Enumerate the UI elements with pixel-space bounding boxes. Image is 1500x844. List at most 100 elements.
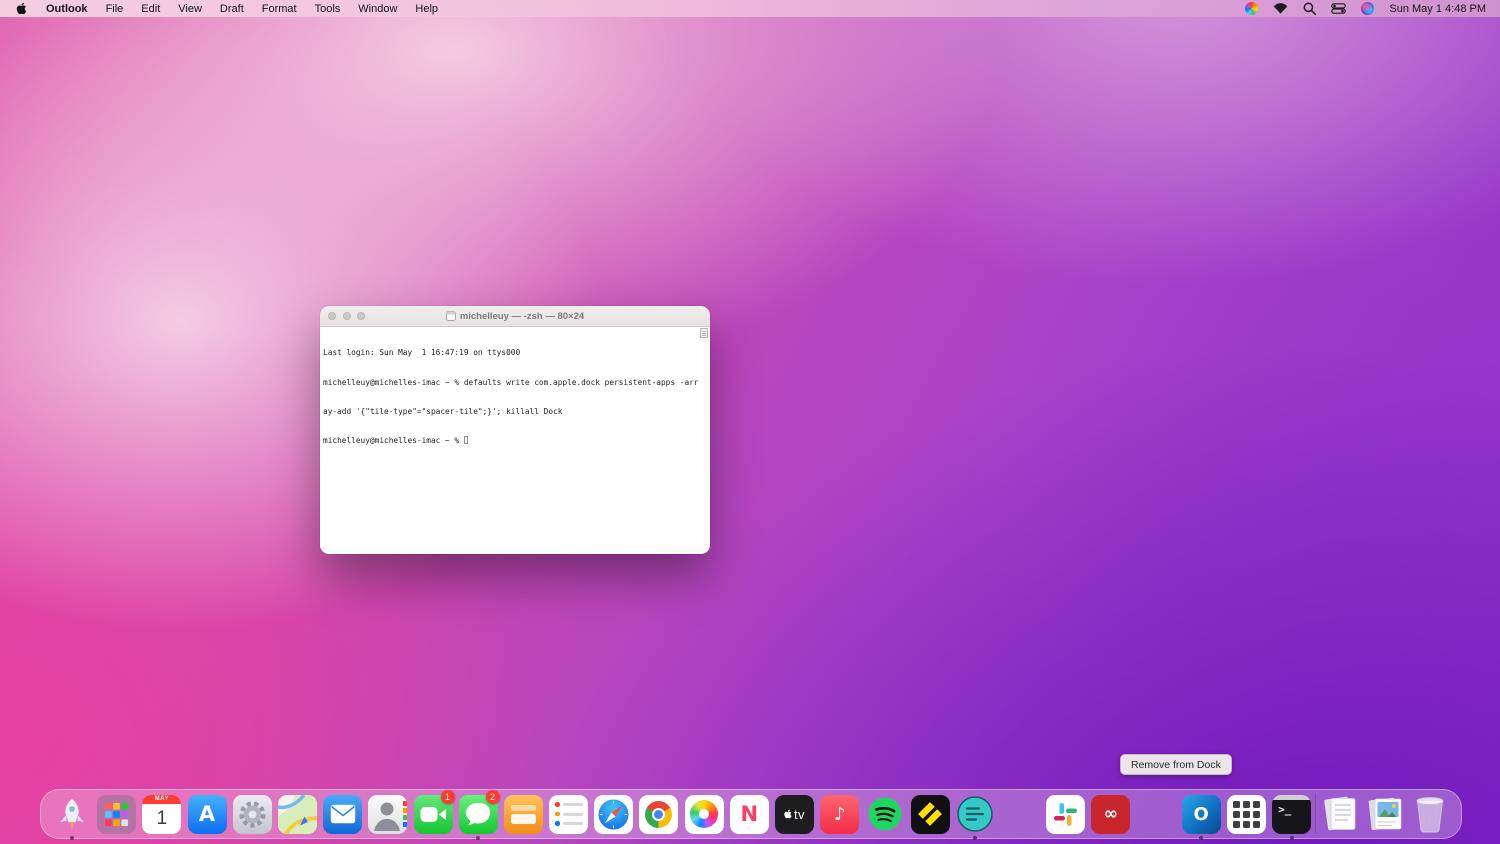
outlook-icon: O (1181, 794, 1221, 834)
dock-icon-outlook[interactable]: O (1180, 792, 1223, 840)
terminal-line: Last login: Sun May 1 16:47:19 on ttys00… (323, 348, 521, 358)
dock-icon-safari[interactable] (592, 792, 635, 836)
menu-file[interactable]: File (97, 3, 133, 15)
menu-format[interactable]: Format (253, 3, 306, 15)
terminal-line: ay-add '{"tile-type"="spacer-tile";}'; k… (323, 406, 563, 416)
dock-icon-mediastack[interactable] (1364, 792, 1407, 836)
yellow-diamond-icon (910, 794, 950, 834)
rocket-icon (52, 795, 91, 834)
dock-icon-maps[interactable] (276, 792, 319, 836)
launchpad-icon (97, 794, 137, 834)
dock-icon-trash[interactable] (1409, 792, 1452, 836)
dock-icon-spotify[interactable] (863, 792, 906, 836)
scrollbar-marker[interactable] (700, 328, 708, 338)
dock-icon-settings[interactable] (231, 792, 274, 836)
dock-icon-messages[interactable]: 2 (457, 790, 500, 840)
reminders-icon (549, 794, 589, 834)
menu-bar-left: Outlook File Edit View Draft Format Tool… (10, 2, 447, 15)
dock-tooltip: Remove from Dock (1120, 754, 1232, 775)
terminal-line: michelleuy@michelles-imac ~ % defaults w… (323, 377, 699, 387)
maps-icon (277, 794, 317, 834)
calendar-month: MAY (142, 794, 182, 804)
terminal-app-icon: >_ (1272, 794, 1312, 834)
menu-bar-clock[interactable]: Sun May 1 4:48 PM (1389, 3, 1486, 15)
dock-icon-terminalapp[interactable]: >_ (1270, 792, 1313, 840)
menu-draft[interactable]: Draft (211, 3, 253, 15)
system-preferences-icon (232, 794, 272, 834)
dock-icon-adobecc[interactable]: ∞ (1089, 792, 1132, 836)
music-icon: ♪ (820, 794, 860, 834)
photos-icon (684, 794, 724, 834)
dock-icon-photos[interactable] (683, 792, 726, 836)
documents-stack-icon (1320, 795, 1359, 834)
terminal-window: michelleuy — -zsh — 80×24 Last login: Su… (320, 306, 710, 554)
safari-icon (594, 794, 634, 834)
chrome-icon (639, 794, 679, 834)
dock-icon-news[interactable]: N (728, 792, 771, 836)
terminal-proxy-icon (445, 311, 456, 321)
menu-bar-status: Sun May 1 4:48 PM (1245, 2, 1490, 15)
apple-tv-icon: tv (775, 794, 814, 834)
color-wheel-menu-icon[interactable] (1245, 2, 1259, 15)
calendar-icon: MAY 1 (142, 794, 182, 834)
terminal-window-title: michelleuy — -zsh — 80×24 (320, 306, 710, 326)
menu-view[interactable]: View (169, 3, 211, 15)
dock-icon-appstore[interactable]: A (186, 792, 229, 836)
menu-help[interactable]: Help (406, 3, 447, 15)
notification-badge: 1 (440, 790, 455, 804)
contacts-icon (368, 794, 408, 834)
app-store-icon: A (187, 794, 227, 834)
app-menu-outlook[interactable]: Outlook (37, 3, 97, 15)
menu-tools[interactable]: Tools (306, 3, 350, 15)
menu-window[interactable]: Window (349, 3, 406, 15)
apple-menu[interactable] (10, 2, 37, 15)
dock-icon-launchpad[interactable] (95, 792, 138, 836)
dock-icon-docstack[interactable] (1318, 792, 1361, 836)
terminal-line: michelleuy@michelles-imac ~ % (323, 435, 707, 446)
running-indicator (1199, 836, 1204, 840)
dock-icon-orangeapp[interactable] (502, 792, 545, 836)
calendar-day: 1 (156, 807, 168, 829)
dock-icon-reminders[interactable] (547, 792, 590, 836)
trash-icon (1411, 795, 1450, 834)
menu-edit[interactable]: Edit (132, 3, 169, 15)
dock-icon-rocket[interactable] (50, 792, 93, 840)
apple-logo-icon (16, 2, 27, 15)
terminal-titlebar[interactable]: michelleuy — -zsh — 80×24 (320, 306, 710, 327)
dock-icon-calendar[interactable]: MAY 1 (140, 792, 183, 836)
notification-badge: 2 (485, 790, 500, 804)
dock-icon-chrome[interactable] (637, 792, 680, 836)
news-icon: N (729, 794, 769, 834)
orange-wallet-icon (503, 794, 543, 834)
grid-app-icon (1226, 794, 1266, 834)
slack-icon (1046, 794, 1086, 834)
dock-icon-contacts[interactable] (366, 792, 409, 836)
dock-icon-facetime[interactable]: 1 (412, 790, 455, 836)
spotify-icon (865, 795, 904, 834)
dock-icon-music[interactable]: ♪ (818, 792, 861, 836)
running-indicator (973, 836, 978, 840)
control-center-icon[interactable] (1331, 3, 1347, 14)
dock-spacer-tile[interactable] (1135, 792, 1178, 836)
dock-icon-mail[interactable] (321, 792, 364, 836)
terminal-cursor (463, 435, 469, 444)
dock: MAY 1 A 1 2 N tv ♪ ∞ O >_ (40, 789, 1462, 840)
running-indicator (1289, 836, 1294, 840)
dock-icon-appletv[interactable]: tv (773, 792, 816, 836)
dock-icon-gridapp[interactable] (1225, 792, 1268, 836)
dock-separator (1315, 794, 1317, 834)
dock-icon-yellowapp[interactable] (909, 792, 952, 836)
spotlight-search-icon[interactable] (1303, 2, 1317, 15)
wifi-icon[interactable] (1273, 3, 1288, 14)
dock-icon-tealapp[interactable] (954, 792, 997, 840)
menu-bar: Outlook File Edit View Draft Format Tool… (0, 0, 1500, 17)
desktop: { "menubar": { "app_name": "Outlook", "i… (0, 0, 1500, 844)
dock-spacer-tile[interactable] (999, 792, 1042, 836)
teal-circle-icon (956, 795, 995, 834)
running-indicator (69, 836, 74, 840)
terminal-content[interactable]: Last login: Sun May 1 16:47:19 on ttys00… (320, 327, 710, 554)
siri-icon[interactable] (1361, 2, 1375, 15)
media-stack-icon (1366, 795, 1405, 834)
adobe-creative-cloud-icon: ∞ (1091, 794, 1131, 834)
dock-icon-slack[interactable] (1044, 792, 1087, 836)
